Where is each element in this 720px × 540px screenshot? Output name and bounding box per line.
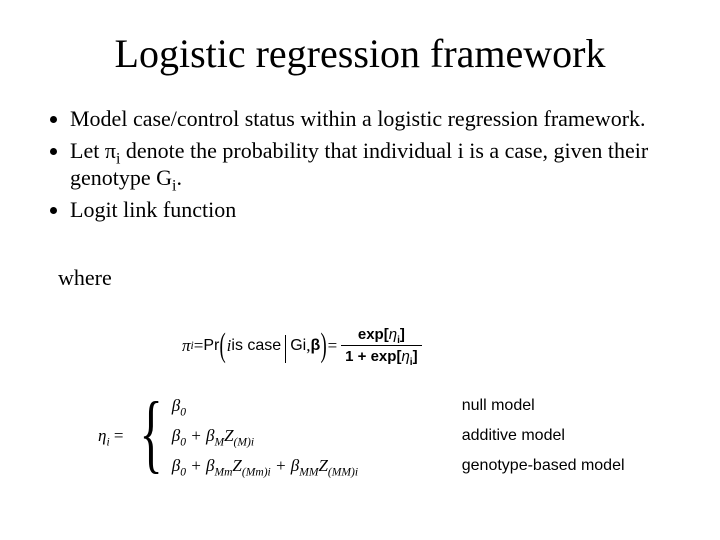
eq-num-eta: η <box>389 326 397 343</box>
equation-pi: πi = Pr ( i is case Gi , β ) = exp[ηi] 1… <box>182 326 426 365</box>
eq-fraction: exp[ηi] 1 + exp[ηi] <box>341 326 421 365</box>
eq-eqsign1: = <box>194 336 204 356</box>
eq-den-1plus: 1 + <box>345 348 370 365</box>
eq-pi: π <box>182 336 191 356</box>
eq-den-rb: ] <box>413 348 418 365</box>
eq-G: G <box>290 337 302 355</box>
bullet-2-pre: Let π <box>70 138 116 163</box>
case3-label: genotype-based model <box>462 457 652 475</box>
eq-condbar <box>285 335 286 363</box>
eq-den-eta: η <box>401 348 409 365</box>
case2-label: additive model <box>462 427 652 445</box>
eq-num-rb: ] <box>400 326 405 343</box>
eta-eq: = <box>114 426 124 445</box>
eq-rparen: ) <box>321 332 327 359</box>
eq-eqsign2: = <box>328 336 338 356</box>
slide: Logistic regression framework Model case… <box>0 0 720 540</box>
where-label: where <box>58 265 680 291</box>
slide-title: Logistic regression framework <box>40 30 680 77</box>
equation-eta-cases: ηi = { β0 null model β0 + βMZ(M)i additi… <box>98 396 652 476</box>
bullet-1: Model case/control status within a logis… <box>70 105 680 133</box>
case2-formula: β0 + βMZ(M)i <box>172 426 462 446</box>
brace-icon: { <box>139 394 162 473</box>
eq-beta: β <box>310 337 320 355</box>
eq-lparen: ( <box>220 332 226 359</box>
eq-iscase: is case <box>231 337 281 355</box>
bullet-2-post: denote the probability that individual i… <box>70 138 648 191</box>
eq-num-exp: exp <box>358 326 384 343</box>
case3-formula: β0 + βMmZ(Mm)i + βMMZ(MM)i <box>172 456 462 476</box>
bullet-list: Model case/control status within a logis… <box>52 105 680 223</box>
eq-pr: Pr <box>203 337 219 355</box>
eq-den-exp: exp <box>371 348 397 365</box>
eta-lhs-sub: i <box>106 435 109 448</box>
bullet-2: Let πi denote the probability that indiv… <box>70 137 680 192</box>
case1-label: null model <box>462 397 652 415</box>
bullet-2-post2: . <box>176 165 182 190</box>
bullet-3: Logit link function <box>70 196 680 224</box>
case1-formula: β0 <box>172 396 462 416</box>
